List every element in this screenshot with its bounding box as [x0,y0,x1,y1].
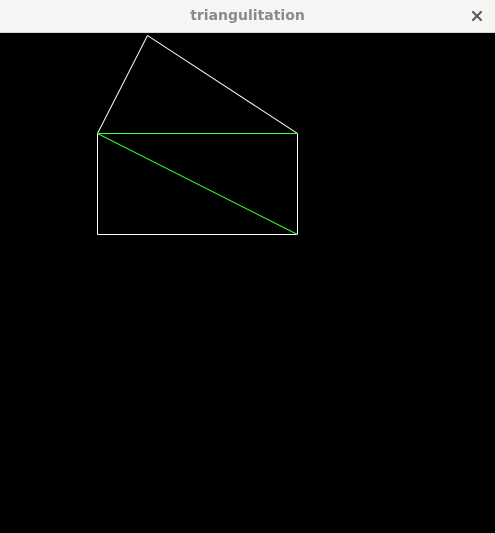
window-title: triangulitation [190,8,305,24]
close-button[interactable] [465,4,489,28]
drawing-canvas[interactable] [0,34,495,533]
app-window: triangulitation [0,0,495,533]
diagonal-slanted [97,133,298,235]
polygon-edge-top-right [147,35,298,134]
polygon-edge-top-left [97,35,148,134]
title-bar[interactable]: triangulitation [0,0,495,33]
close-icon [472,11,482,21]
triangulation-drawing [97,35,298,235]
